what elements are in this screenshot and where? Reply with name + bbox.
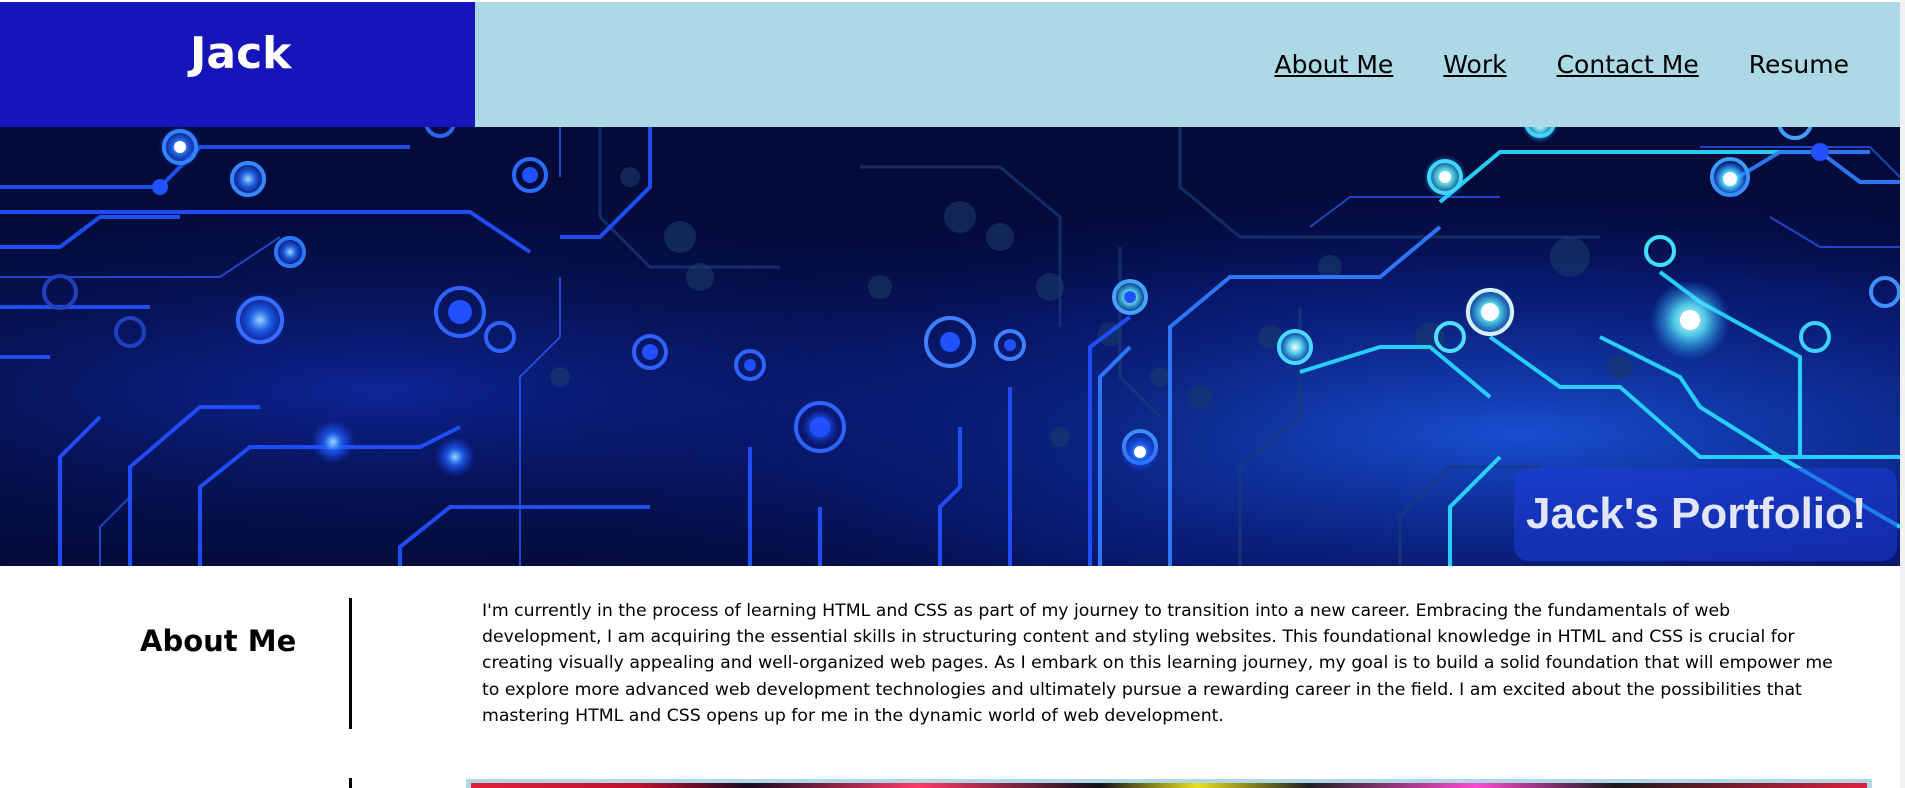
brand-block: Jack: [0, 2, 475, 127]
project-image-preview: [471, 783, 1867, 788]
nav-link-about-me[interactable]: About Me: [1274, 48, 1393, 82]
hero-title-box: Jack's Portfolio!: [1514, 468, 1897, 561]
page-scrollbar[interactable]: [1900, 0, 1905, 788]
section-divider: [349, 598, 352, 729]
about-text: I'm currently in the process of learning…: [482, 601, 1833, 726]
nav-link-resume[interactable]: Resume: [1749, 48, 1849, 82]
nav-link-work[interactable]: Work: [1443, 48, 1506, 82]
hero-title: Jack's Portfolio!: [1526, 489, 1867, 538]
section-divider: [349, 778, 352, 788]
brand-name: Jack: [190, 28, 292, 79]
nav-link-contact-me[interactable]: Contact Me: [1557, 48, 1699, 82]
main-nav: About Me Work Contact Me Resume: [1274, 48, 1849, 82]
about-heading: About Me: [140, 624, 297, 658]
site-header: Jack About Me Work Contact Me Resume: [0, 0, 1900, 127]
project-image[interactable]: [466, 779, 1872, 788]
hero-banner: Jack's Portfolio!: [0, 127, 1900, 566]
